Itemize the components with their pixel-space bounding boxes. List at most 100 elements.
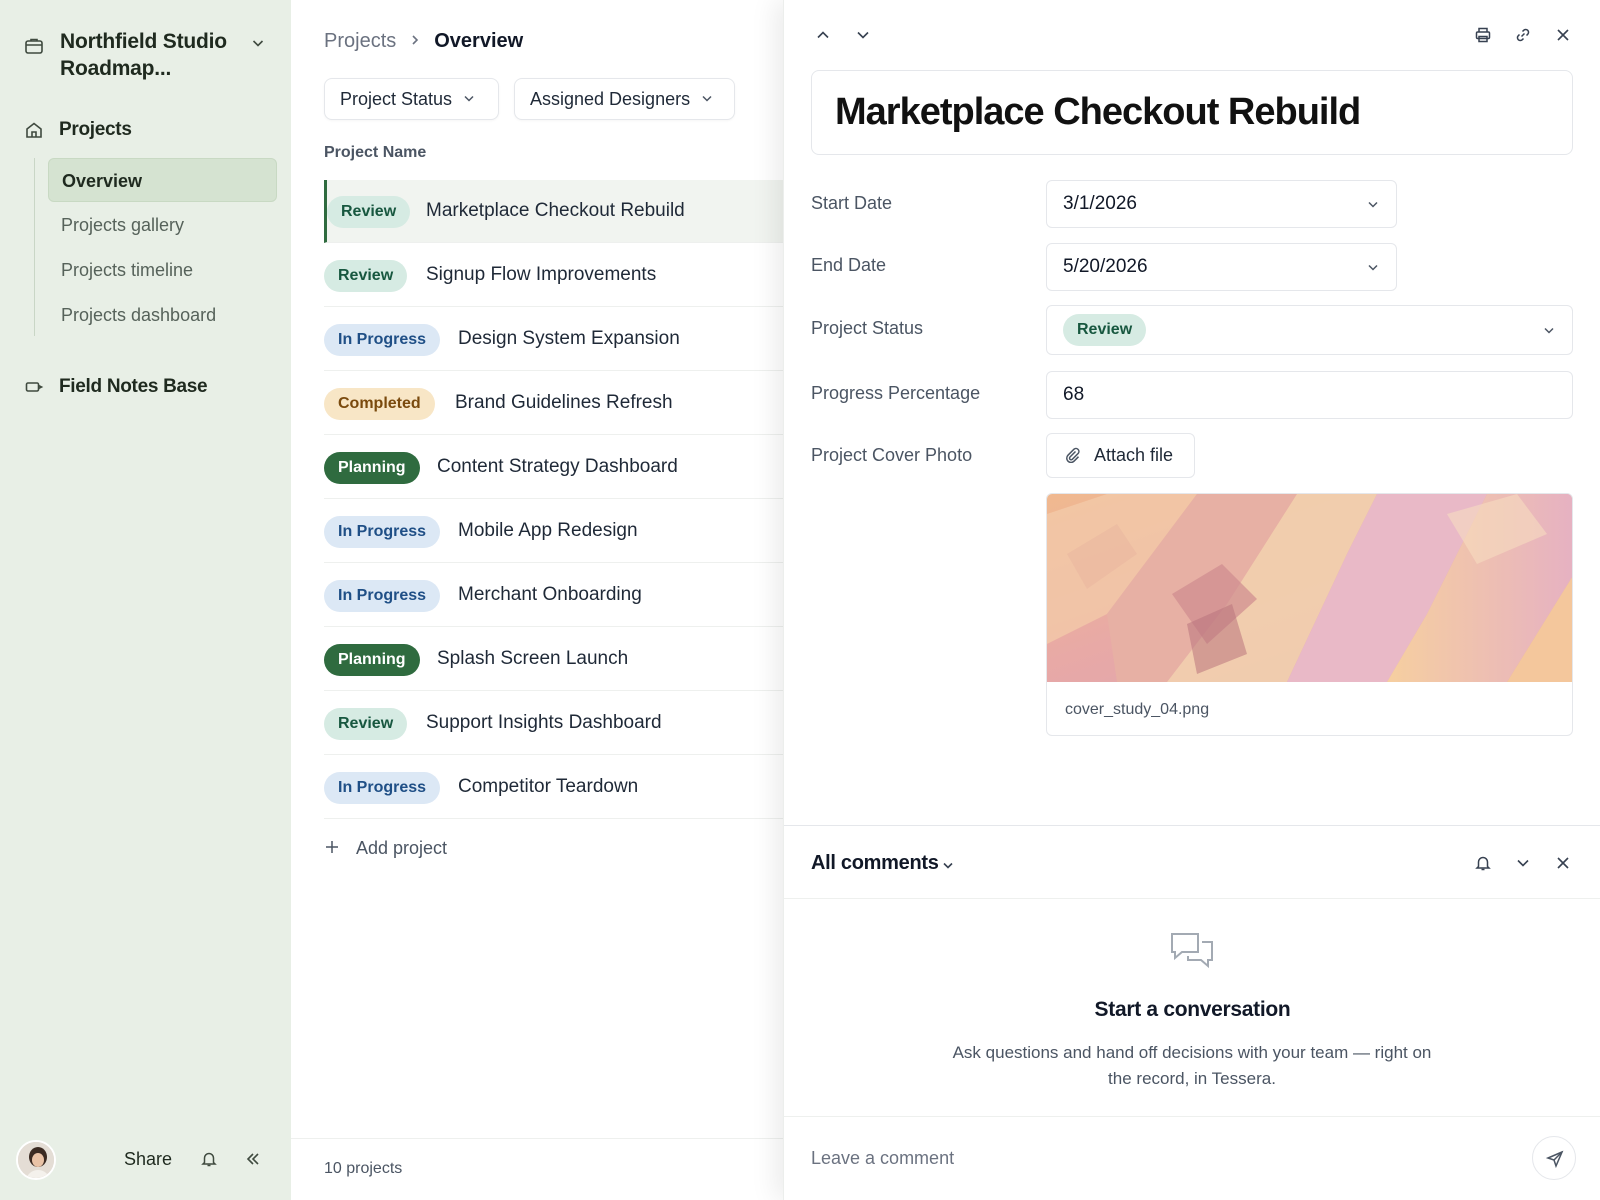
table-row[interactable]: Review Marketplace Checkout Rebuild — [324, 180, 783, 243]
chevron-down-icon — [941, 858, 955, 872]
progress-percentage-field[interactable]: 68 — [1046, 371, 1573, 419]
project-name: Support Insights Dashboard — [426, 712, 662, 733]
project-name: Mobile App Redesign — [458, 520, 638, 541]
chevron-down-icon[interactable] — [1514, 854, 1532, 872]
record-detail-panel: Marketplace Checkout Rebuild Start Date … — [783, 0, 1600, 1200]
field-label-end-date: End Date — [811, 255, 887, 275]
status-badge: Planning — [324, 452, 420, 484]
project-name: Merchant Onboarding — [458, 584, 642, 605]
avatar[interactable] — [16, 1140, 56, 1180]
table-row[interactable]: In Progress Competitor Teardown — [324, 756, 783, 819]
collapse-sidebar-icon[interactable] — [244, 1150, 262, 1168]
chat-bubbles-icon — [1168, 930, 1216, 974]
send-comment-button[interactable] — [1532, 1136, 1576, 1180]
sidebar-section-label: Projects — [59, 119, 132, 140]
sidebar-item-projects-dashboard[interactable]: Projects dashboard — [48, 293, 277, 337]
cover-photo-thumbnail[interactable] — [1047, 494, 1573, 682]
status-badge: In Progress — [324, 324, 441, 356]
nav-tree-line — [34, 158, 35, 336]
sidebar-section-projects[interactable]: Projects — [24, 115, 274, 145]
home-icon — [24, 120, 44, 140]
comments-title: All comments — [811, 852, 939, 874]
table-row[interactable]: In Progress Mobile App Redesign — [324, 500, 783, 563]
status-badge: In Progress — [324, 580, 441, 612]
sidebar-section-field-notes[interactable]: Field Notes Base — [24, 372, 274, 402]
workspace-title: Northfield Studio Roadmap... — [60, 30, 227, 80]
divider — [784, 825, 1600, 826]
chevron-down-icon — [1366, 260, 1380, 274]
link-icon[interactable] — [1514, 26, 1532, 44]
bell-icon[interactable] — [200, 1150, 218, 1168]
field-label-cover-photo: Project Cover Photo — [811, 445, 973, 465]
divider — [291, 1138, 783, 1139]
filter-label: Project Status — [340, 89, 453, 109]
close-icon[interactable] — [1554, 26, 1572, 44]
divider — [784, 1116, 1600, 1117]
attachment-card[interactable]: cover_study_04.png — [1046, 493, 1573, 736]
project-count: 10 projects — [324, 1160, 403, 1177]
project-name: Content Strategy Dashboard — [437, 456, 678, 477]
start-date-picker[interactable]: 3/1/2026 — [1046, 180, 1397, 228]
field-label-project-status: Project Status — [811, 318, 924, 338]
sidebar: Northfield Studio Roadmap... Projects Ov… — [0, 0, 291, 1200]
attach-file-button[interactable]: Attach file — [1046, 433, 1195, 478]
table-row[interactable]: Completed Brand Guidelines Refresh — [324, 372, 783, 435]
breadcrumb: Projects Overview — [324, 30, 523, 60]
status-badge: Planning — [324, 644, 420, 676]
status-badge: Review — [324, 260, 408, 292]
status-badge: In Progress — [324, 516, 441, 548]
empty-state-title: Start a conversation — [1094, 998, 1291, 1021]
filter-assigned-designers[interactable]: Assigned Designers — [514, 78, 735, 120]
table-row[interactable]: Planning Content Strategy Dashboard — [324, 436, 783, 499]
table-row[interactable]: In Progress Design System Expansion — [324, 308, 783, 371]
record-title-field[interactable]: Marketplace Checkout Rebuild — [811, 70, 1573, 155]
print-icon[interactable] — [1474, 26, 1492, 44]
chevron-down-icon[interactable] — [854, 26, 872, 44]
sidebar-item-projects-gallery[interactable]: Projects gallery — [48, 203, 277, 247]
project-name: Brand Guidelines Refresh — [455, 392, 673, 413]
filter-label: Assigned Designers — [530, 89, 691, 109]
project-name: Design System Expansion — [458, 328, 680, 349]
breadcrumb-root[interactable]: Projects — [324, 30, 396, 52]
briefcase-icon — [24, 36, 44, 56]
chevron-up-icon[interactable] — [814, 26, 832, 44]
field-label-progress: Progress Percentage — [811, 383, 981, 403]
status-badge: Review — [324, 708, 408, 740]
attachment-file-name: cover_study_04.png — [1065, 701, 1210, 718]
status-badge: In Progress — [324, 772, 441, 804]
sidebar-item-projects-timeline[interactable]: Projects timeline — [48, 248, 277, 292]
end-date-value: 5/20/2026 — [1063, 256, 1148, 277]
bell-icon[interactable] — [1474, 854, 1492, 872]
share-button[interactable]: Share — [124, 1149, 172, 1170]
chevron-right-icon — [408, 33, 422, 47]
chevron-down-icon[interactable] — [250, 35, 266, 51]
table-row[interactable]: Review Signup Flow Improvements — [324, 244, 783, 307]
table-row[interactable]: Review Support Insights Dashboard — [324, 692, 783, 755]
end-date-picker[interactable]: 5/20/2026 — [1046, 243, 1397, 291]
chevron-down-icon — [462, 91, 476, 105]
filter-project-status[interactable]: Project Status — [324, 78, 499, 120]
plus-icon — [324, 839, 340, 855]
project-status-select[interactable]: Review — [1046, 305, 1573, 355]
project-name: Competitor Teardown — [458, 776, 639, 797]
chevron-down-icon — [1366, 197, 1380, 211]
table-row[interactable]: In Progress Merchant Onboarding — [324, 564, 783, 627]
breadcrumb-current: Overview — [434, 30, 524, 52]
send-icon — [1546, 1150, 1564, 1168]
tag-icon — [24, 377, 44, 397]
table-row[interactable]: Planning Splash Screen Launch — [324, 628, 783, 691]
project-name: Signup Flow Improvements — [426, 264, 657, 285]
start-date-value: 3/1/2026 — [1063, 193, 1137, 214]
workspace-header[interactable]: Northfield Studio Roadmap... — [24, 28, 274, 84]
empty-state-description: Ask questions and hand off decisions wit… — [952, 1043, 1432, 1088]
close-icon[interactable] — [1554, 854, 1572, 872]
comment-input[interactable] — [811, 1138, 1491, 1178]
project-list-pane: Projects Overview Project Status Assigned… — [291, 0, 783, 1200]
project-name: Marketplace Checkout Rebuild — [426, 200, 685, 221]
sidebar-item-overview[interactable]: Overview — [48, 158, 277, 202]
column-header-project-name[interactable]: Project Name — [324, 144, 426, 162]
attach-file-label: Attach file — [1094, 445, 1174, 465]
status-badge: Review — [327, 196, 411, 228]
status-badge: Completed — [324, 388, 435, 420]
divider — [784, 898, 1600, 899]
